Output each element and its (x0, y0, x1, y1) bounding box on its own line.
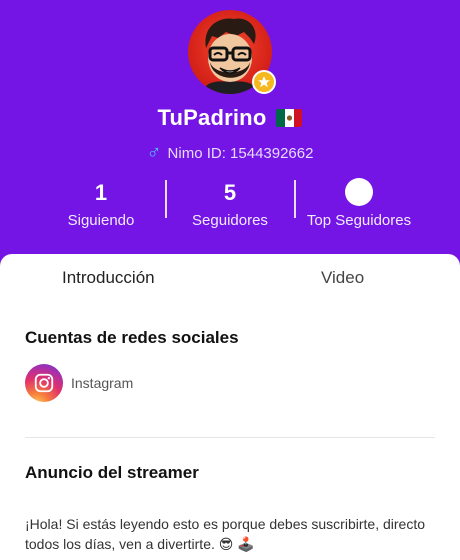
stat-followers[interactable]: 5 Seguidores (160, 178, 300, 229)
announcement-text: ¡Hola! Si estás leyendo esto es porque d… (25, 516, 425, 552)
stat-followers-label: Seguidores (192, 212, 268, 229)
star-badge-icon (252, 70, 276, 94)
profile-id: Nimo ID: 1544392662 (167, 144, 314, 162)
stat-following-value: 1 (94, 180, 108, 205)
section-divider (25, 437, 435, 438)
profile-id-row: ♂ Nimo ID: 1544392662 (0, 143, 460, 163)
top-follower-avatar[interactable] (345, 178, 373, 206)
tab-introduccion[interactable]: Introducción (62, 268, 155, 288)
social-section-title: Cuentas de redes sociales (25, 328, 239, 347)
announcement-title: Anuncio del streamer (25, 463, 199, 482)
stat-following-label: Siguiendo (67, 212, 135, 229)
stat-following[interactable]: 1 Siguiendo (31, 178, 171, 229)
mexico-flag-icon (276, 109, 303, 127)
profile-tabs: Introducción Video (0, 254, 460, 302)
tab-video[interactable]: Video (321, 268, 364, 288)
male-icon: ♂ (146, 142, 162, 164)
instagram-label[interactable]: Instagram (71, 375, 133, 391)
profile-name-row: TuPadrino (0, 105, 460, 131)
profile-stats: 1 Siguiendo 5 Seguidores Top Seguidores (0, 178, 460, 238)
stat-top-followers[interactable]: Top Seguidores (289, 178, 429, 229)
stat-followers-value: 5 (223, 180, 237, 205)
social-item-instagram[interactable]: Instagram (25, 364, 133, 402)
profile-panel: Introducción Video Cuentas de redes soci… (0, 254, 460, 560)
profile-name: TuPadrino (157, 105, 267, 130)
avatar-wrap[interactable] (188, 10, 276, 94)
stat-top-followers-label: Top Seguidores (306, 212, 412, 229)
instagram-icon[interactable] (25, 364, 63, 402)
stat-top-followers-value (289, 178, 429, 208)
profile-header: TuPadrino ♂ Nimo ID: 1544392662 1 Siguie… (0, 0, 460, 262)
